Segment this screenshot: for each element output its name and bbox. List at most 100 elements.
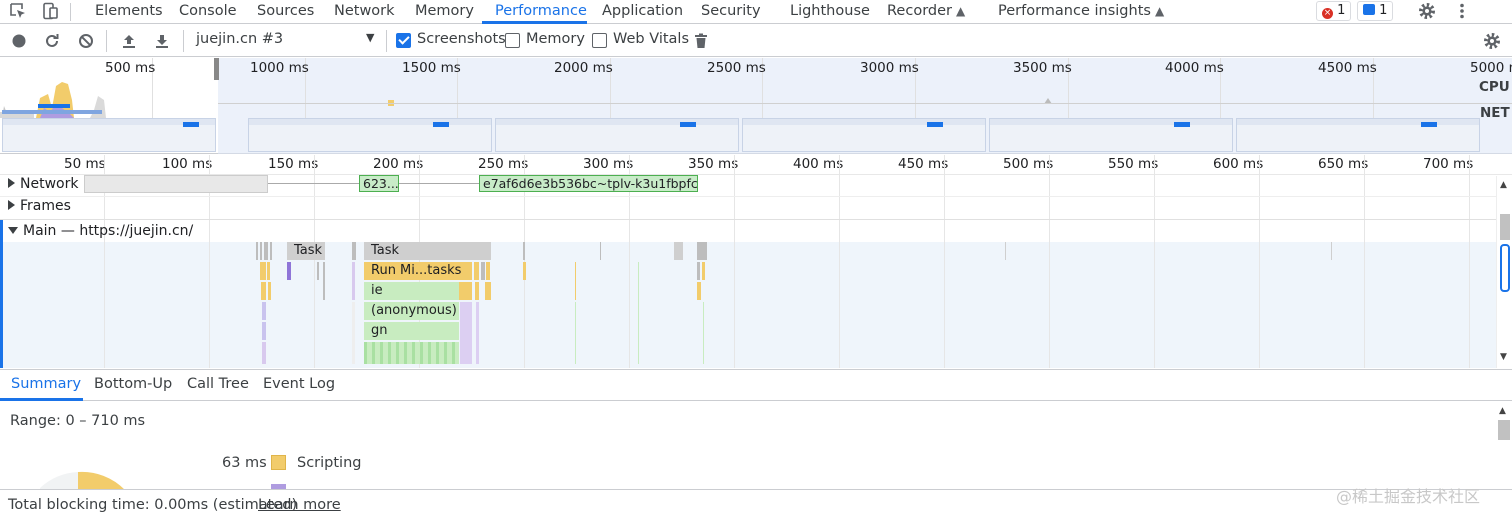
load-profile-icon[interactable] <box>119 31 139 51</box>
task-slice[interactable] <box>1005 242 1006 260</box>
tab-network[interactable]: Network <box>334 0 395 24</box>
clear-icon[interactable] <box>76 31 96 51</box>
screenshot-frame[interactable] <box>2 118 216 152</box>
scripting-slice[interactable] <box>268 282 271 300</box>
network-request-bar[interactable]: e7af6d6e3b536bc~tplv-k3u1fbpfcp... <box>479 175 698 192</box>
flame-chart-scrollbar[interactable]: ▲ ▼ <box>1496 176 1512 368</box>
function-call-slice[interactable] <box>638 262 639 364</box>
function-call-slices[interactable] <box>364 342 459 364</box>
task-slice[interactable] <box>674 242 683 260</box>
tab-event-log[interactable]: Event Log <box>263 376 335 392</box>
screenshot-frame[interactable] <box>989 118 1233 152</box>
scripting-slice[interactable] <box>523 262 526 280</box>
scripting-slice[interactable] <box>459 282 472 300</box>
tab-console[interactable]: Console <box>179 0 237 24</box>
task-slice[interactable] <box>697 262 700 280</box>
scripting-slice[interactable] <box>575 262 576 300</box>
tab-sources[interactable]: Sources <box>257 0 314 24</box>
function-call-slice[interactable]: ie <box>364 282 459 300</box>
tab-bottom-up[interactable]: Bottom-Up <box>94 376 172 392</box>
task-slice[interactable] <box>264 242 268 260</box>
overview-selection-handle[interactable] <box>214 58 219 80</box>
task-slice[interactable] <box>1331 242 1332 260</box>
tab-security[interactable]: Security <box>701 0 761 24</box>
rendering-slice[interactable] <box>287 262 291 280</box>
task-slice[interactable] <box>600 242 601 260</box>
more-options-icon[interactable] <box>1452 1 1472 21</box>
task-slice[interactable]: Task <box>364 242 491 260</box>
tab-application[interactable]: Application <box>602 0 683 24</box>
scripting-slice[interactable] <box>474 262 479 280</box>
run-microtasks-slice[interactable]: Run Mi...tasks <box>364 262 472 280</box>
tab-performance-insights[interactable]: Performance insights ▲ <box>998 0 1164 24</box>
rendering-slice[interactable] <box>352 262 355 300</box>
scripting-slice[interactable] <box>702 262 705 280</box>
tab-call-tree[interactable]: Call Tree <box>187 376 249 392</box>
screenshot-frame[interactable] <box>248 118 492 152</box>
rendering-slice[interactable] <box>460 302 472 364</box>
settings-gear-icon[interactable] <box>1417 1 1437 21</box>
main-thread-flame-chart[interactable] <box>0 242 1496 368</box>
scripting-slice[interactable] <box>485 282 491 300</box>
memory-checkbox[interactable] <box>505 33 520 48</box>
scroll-up-arrow-icon[interactable]: ▲ <box>1499 406 1506 416</box>
rendering-slice[interactable] <box>262 342 266 364</box>
screenshot-frame[interactable] <box>495 118 739 152</box>
tab-elements[interactable]: Elements <box>95 0 163 24</box>
task-slice[interactable] <box>317 262 319 280</box>
trash-icon[interactable] <box>691 31 711 51</box>
task-slice[interactable] <box>697 242 707 260</box>
task-slice[interactable] <box>256 242 258 260</box>
task-slice[interactable] <box>352 302 355 364</box>
web-vitals-checkbox[interactable] <box>592 33 607 48</box>
scrollbar-thumb[interactable] <box>1500 214 1510 240</box>
inspect-element-icon[interactable] <box>8 1 28 21</box>
scripting-slice[interactable] <box>475 282 479 300</box>
screenshots-checkbox[interactable] <box>396 33 411 48</box>
rendering-slice[interactable] <box>476 302 479 364</box>
device-toolbar-icon[interactable] <box>40 1 60 21</box>
rendering-slice[interactable] <box>262 302 266 320</box>
tab-summary[interactable]: Summary <box>11 376 81 392</box>
main-track-toggle[interactable]: Main — https://juejin.cn/ <box>8 223 193 239</box>
rendering-slice[interactable] <box>262 322 266 340</box>
tab-lighthouse[interactable]: Lighthouse <box>790 0 870 24</box>
network-track-toggle[interactable]: Network <box>8 176 78 192</box>
scrollbar-thumb[interactable] <box>1498 420 1510 440</box>
network-request-bar[interactable] <box>84 175 268 193</box>
tab-recorder[interactable]: Recorder ▲ <box>887 0 965 24</box>
reload-record-icon[interactable] <box>42 31 62 51</box>
scroll-down-arrow-icon[interactable]: ▼ <box>1500 352 1507 362</box>
scripting-slice[interactable] <box>697 282 701 300</box>
task-slice[interactable] <box>260 242 262 260</box>
task-slice[interactable] <box>270 242 272 260</box>
task-slice[interactable] <box>481 262 485 280</box>
screenshot-frame[interactable] <box>1236 118 1480 152</box>
screenshot-frame[interactable] <box>742 118 986 152</box>
profile-select[interactable]: juejin.cn #3 ▼ <box>196 31 380 51</box>
frames-track-toggle[interactable]: Frames <box>8 198 71 214</box>
learn-more-link[interactable]: Learn more <box>258 497 341 513</box>
scripting-slice[interactable] <box>260 262 266 280</box>
errors-badge[interactable]: × 1 <box>1316 1 1352 21</box>
scripting-slice[interactable] <box>261 282 266 300</box>
task-slice[interactable] <box>352 242 356 260</box>
save-profile-icon[interactable] <box>152 31 172 51</box>
task-slice[interactable] <box>323 262 325 300</box>
scrollbar-thumb-focus[interactable] <box>1500 244 1510 292</box>
function-call-slice[interactable] <box>575 302 576 364</box>
capture-settings-gear-icon[interactable] <box>1482 31 1502 51</box>
record-icon[interactable] <box>9 31 29 51</box>
timeline-overview[interactable]: 500 ms 1000 ms 1500 ms 2000 ms 2500 ms 3… <box>0 58 1512 154</box>
function-call-slice[interactable] <box>703 302 704 364</box>
task-slice[interactable] <box>523 242 525 260</box>
scroll-up-arrow-icon[interactable]: ▲ <box>1500 180 1507 190</box>
tab-memory[interactable]: Memory <box>415 0 474 24</box>
scripting-slice[interactable] <box>486 262 490 280</box>
function-call-slice[interactable]: (anonymous) <box>364 302 459 320</box>
summary-scrollbar[interactable]: ▲ <box>1496 402 1512 489</box>
messages-badge[interactable]: 1 <box>1357 1 1394 21</box>
function-call-slice[interactable]: gn <box>364 322 459 340</box>
task-slice[interactable]: Task <box>287 242 325 260</box>
network-request-bar[interactable]: 623... <box>359 175 399 192</box>
